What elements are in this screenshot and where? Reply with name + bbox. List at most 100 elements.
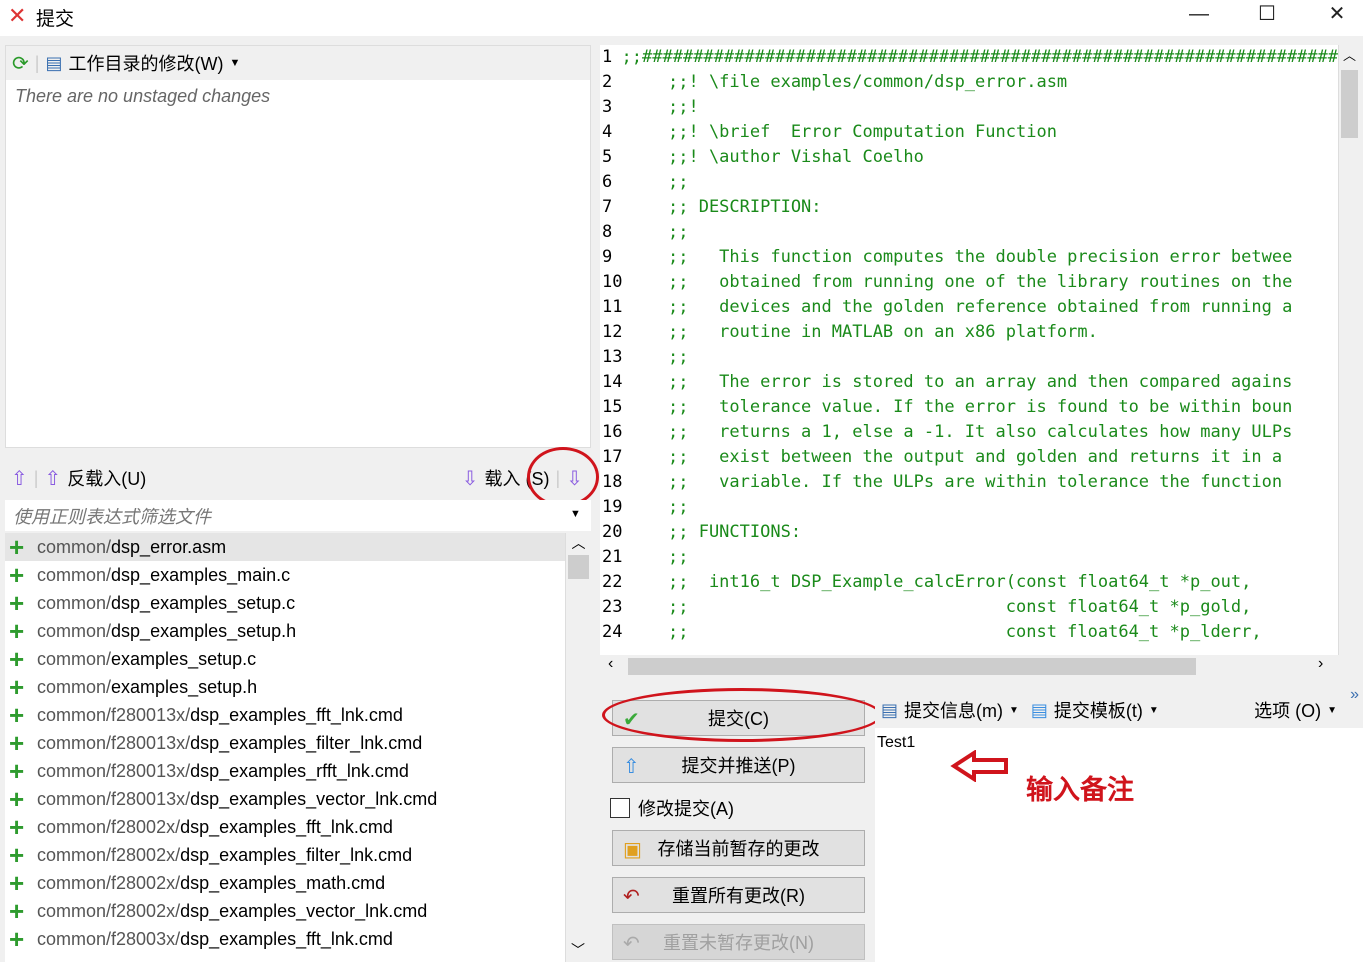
file-list-item[interactable]: +common/f280013x/dsp_examples_vector_lnk… bbox=[5, 785, 565, 813]
amend-checkbox[interactable]: 修改提交(A) bbox=[610, 795, 734, 821]
line-code: ;; bbox=[668, 345, 688, 370]
stash-label: 存储当前暂存的更改 bbox=[658, 835, 820, 861]
file-dir: common/f280013x/ bbox=[37, 733, 190, 754]
line-code: ;; DESCRIPTION: bbox=[668, 195, 822, 220]
file-dir: common/ bbox=[37, 677, 111, 698]
diff-viewer[interactable]: 1;;#####################################… bbox=[600, 45, 1338, 655]
diff-line: 3;;! bbox=[600, 95, 1338, 120]
file-list-item[interactable]: +common/f28003x/dsp_examples_fft_lnk.cmd bbox=[5, 925, 565, 953]
commit-message-input[interactable]: Test1 bbox=[875, 728, 1363, 962]
file-list-item[interactable]: +common/f28002x/dsp_examples_vector_lnk.… bbox=[5, 897, 565, 925]
added-icon: + bbox=[9, 901, 37, 921]
chevron-down-icon: ▼ bbox=[1327, 705, 1337, 716]
line-code: ;; devices and the golden reference obta… bbox=[668, 295, 1292, 320]
reset-icon: ↶ bbox=[623, 884, 640, 909]
file-name: dsp_examples_filter_lnk.cmd bbox=[190, 733, 422, 754]
file-list-scrollbar[interactable]: ︿ ﹀ bbox=[565, 533, 591, 962]
diff-line: 2;;! \file examples/common/dsp_error.asm bbox=[600, 70, 1338, 95]
added-icon: + bbox=[9, 565, 37, 585]
line-number: 23 bbox=[600, 595, 668, 620]
workdir-changes-dropdown[interactable]: 工作目录的修改(W) bbox=[68, 50, 223, 76]
line-code: ;; returns a 1, else a -1. It also calcu… bbox=[668, 420, 1292, 445]
line-code: ;; int16_t DSP_Example_calcError(const f… bbox=[668, 570, 1251, 595]
file-list-item[interactable]: +common/dsp_examples_setup.c bbox=[5, 589, 565, 617]
title-bar: ✕ 提交 — ☐ ✕ bbox=[0, 0, 1363, 36]
line-number: 5 bbox=[600, 145, 668, 170]
stage-icon: ⇩ bbox=[462, 466, 479, 491]
file-list-item[interactable]: +common/f28002x/dsp_examples_filter_lnk.… bbox=[5, 841, 565, 869]
line-number: 13 bbox=[600, 345, 668, 370]
line-code: ;;! \author Vishal Coelho bbox=[668, 145, 924, 170]
file-dir: common/f280013x/ bbox=[37, 705, 190, 726]
line-number: 24 bbox=[600, 620, 668, 645]
template-icon: ▤ bbox=[1031, 700, 1048, 721]
options-dropdown[interactable]: 选项 (O) bbox=[1254, 697, 1321, 723]
diff-line: 8;; bbox=[600, 220, 1338, 245]
file-list-item[interactable]: +common/f28002x/dsp_examples_fft_lnk.cmd bbox=[5, 813, 565, 841]
message-toolbar: ▤ 提交信息(m) ▼ ▤ 提交模板(t) ▼ 选项 (O) ▼ » bbox=[875, 692, 1363, 728]
stash-staged-button[interactable]: ▣存储当前暂存的更改 bbox=[612, 830, 865, 866]
line-number: 11 bbox=[600, 295, 668, 320]
line-number: 2 bbox=[600, 70, 668, 95]
file-dir: common/ bbox=[37, 649, 111, 670]
file-name: dsp_examples_rfft_lnk.cmd bbox=[190, 761, 409, 782]
file-name: examples_setup.h bbox=[111, 677, 257, 698]
commit-message-dropdown[interactable]: 提交信息(m) bbox=[904, 697, 1003, 723]
line-number: 19 bbox=[600, 495, 668, 520]
line-code: ;; exist between the output and golden a… bbox=[668, 445, 1282, 470]
minimize-button[interactable]: — bbox=[1176, 0, 1222, 30]
file-list-item[interactable]: +common/examples_setup.h bbox=[5, 673, 565, 701]
refresh-icon[interactable]: ⟳ bbox=[12, 51, 29, 76]
commit-push-button[interactable]: ⇧提交并推送(P) bbox=[612, 747, 865, 783]
file-list-item[interactable]: +common/f280013x/dsp_examples_filter_lnk… bbox=[5, 729, 565, 757]
close-button[interactable]: ✕ bbox=[1314, 0, 1360, 30]
file-name: dsp_examples_fft_lnk.cmd bbox=[180, 817, 393, 838]
diff-line: 6;; bbox=[600, 170, 1338, 195]
file-list-item[interactable]: +common/f280013x/dsp_examples_fft_lnk.cm… bbox=[5, 701, 565, 729]
reset-unstaged-button[interactable]: ↶重置未暂存更改(N) bbox=[612, 924, 865, 960]
filter-dropdown-icon[interactable]: ▼ bbox=[570, 508, 581, 520]
diff-line: 14;; The error is stored to an array and… bbox=[600, 370, 1338, 395]
diff-horizontal-scrollbar[interactable]: ‹ › bbox=[600, 655, 1338, 678]
file-name: examples_setup.c bbox=[111, 649, 256, 670]
commit-template-dropdown[interactable]: 提交模板(t) bbox=[1054, 697, 1143, 723]
diff-line: 19;; bbox=[600, 495, 1338, 520]
unstage-all-icon[interactable]: ⇧ bbox=[11, 466, 28, 491]
file-list-item[interactable]: +common/dsp_examples_setup.h bbox=[5, 617, 565, 645]
line-number: 9 bbox=[600, 245, 668, 270]
window-title: 提交 bbox=[36, 4, 74, 31]
line-code: ;; const float64_t *p_gold, bbox=[668, 595, 1251, 620]
line-code: ;; bbox=[668, 220, 688, 245]
added-icon: + bbox=[9, 789, 37, 809]
added-icon: + bbox=[9, 677, 37, 697]
file-dir: common/f28002x/ bbox=[37, 817, 180, 838]
reset-all-button[interactable]: ↶重置所有更改(R) bbox=[612, 877, 865, 913]
diff-vertical-scrollbar[interactable]: ︿ bbox=[1338, 45, 1360, 655]
file-list-item[interactable]: +common/dsp_examples_main.c bbox=[5, 561, 565, 589]
maximize-button[interactable]: ☐ bbox=[1244, 0, 1290, 30]
line-code: ;; const float64_t *p_lderr, bbox=[668, 620, 1262, 645]
line-number: 6 bbox=[600, 170, 668, 195]
line-number: 21 bbox=[600, 545, 668, 570]
file-dir: common/f28002x/ bbox=[37, 901, 180, 922]
unstage-button[interactable]: 反载入(U) bbox=[67, 465, 146, 491]
diff-line: 13;; bbox=[600, 345, 1338, 370]
line-number: 18 bbox=[600, 470, 668, 495]
chevron-down-icon: ▼ bbox=[1009, 705, 1019, 716]
line-code: ;;! \brief Error Computation Function bbox=[668, 120, 1057, 145]
line-code: ;; routine in MATLAB on an x86 platform. bbox=[668, 320, 1098, 345]
line-code: ;; variable. If the ULPs are within tole… bbox=[668, 470, 1282, 495]
file-list-item[interactable]: +common/examples_setup.c bbox=[5, 645, 565, 673]
file-filter-input[interactable]: 使用正则表达式筛选文件 bbox=[5, 500, 591, 531]
line-code: ;;! \file examples/common/dsp_error.asm bbox=[668, 70, 1067, 95]
commit-push-label: 提交并推送(P) bbox=[682, 752, 796, 778]
file-dir: common/ bbox=[37, 537, 111, 558]
diff-line: 15;; tolerance value. If the error is fo… bbox=[600, 395, 1338, 420]
file-list-item[interactable]: +common/f280013x/dsp_examples_rfft_lnk.c… bbox=[5, 757, 565, 785]
overflow-icon[interactable]: » bbox=[1350, 686, 1359, 704]
line-number: 14 bbox=[600, 370, 668, 395]
file-list-item[interactable]: +common/dsp_error.asm bbox=[5, 533, 565, 561]
file-list-item[interactable]: +common/f28002x/dsp_examples_math.cmd bbox=[5, 869, 565, 897]
diff-line: 7;; DESCRIPTION: bbox=[600, 195, 1338, 220]
annotation-ellipse bbox=[602, 688, 882, 742]
